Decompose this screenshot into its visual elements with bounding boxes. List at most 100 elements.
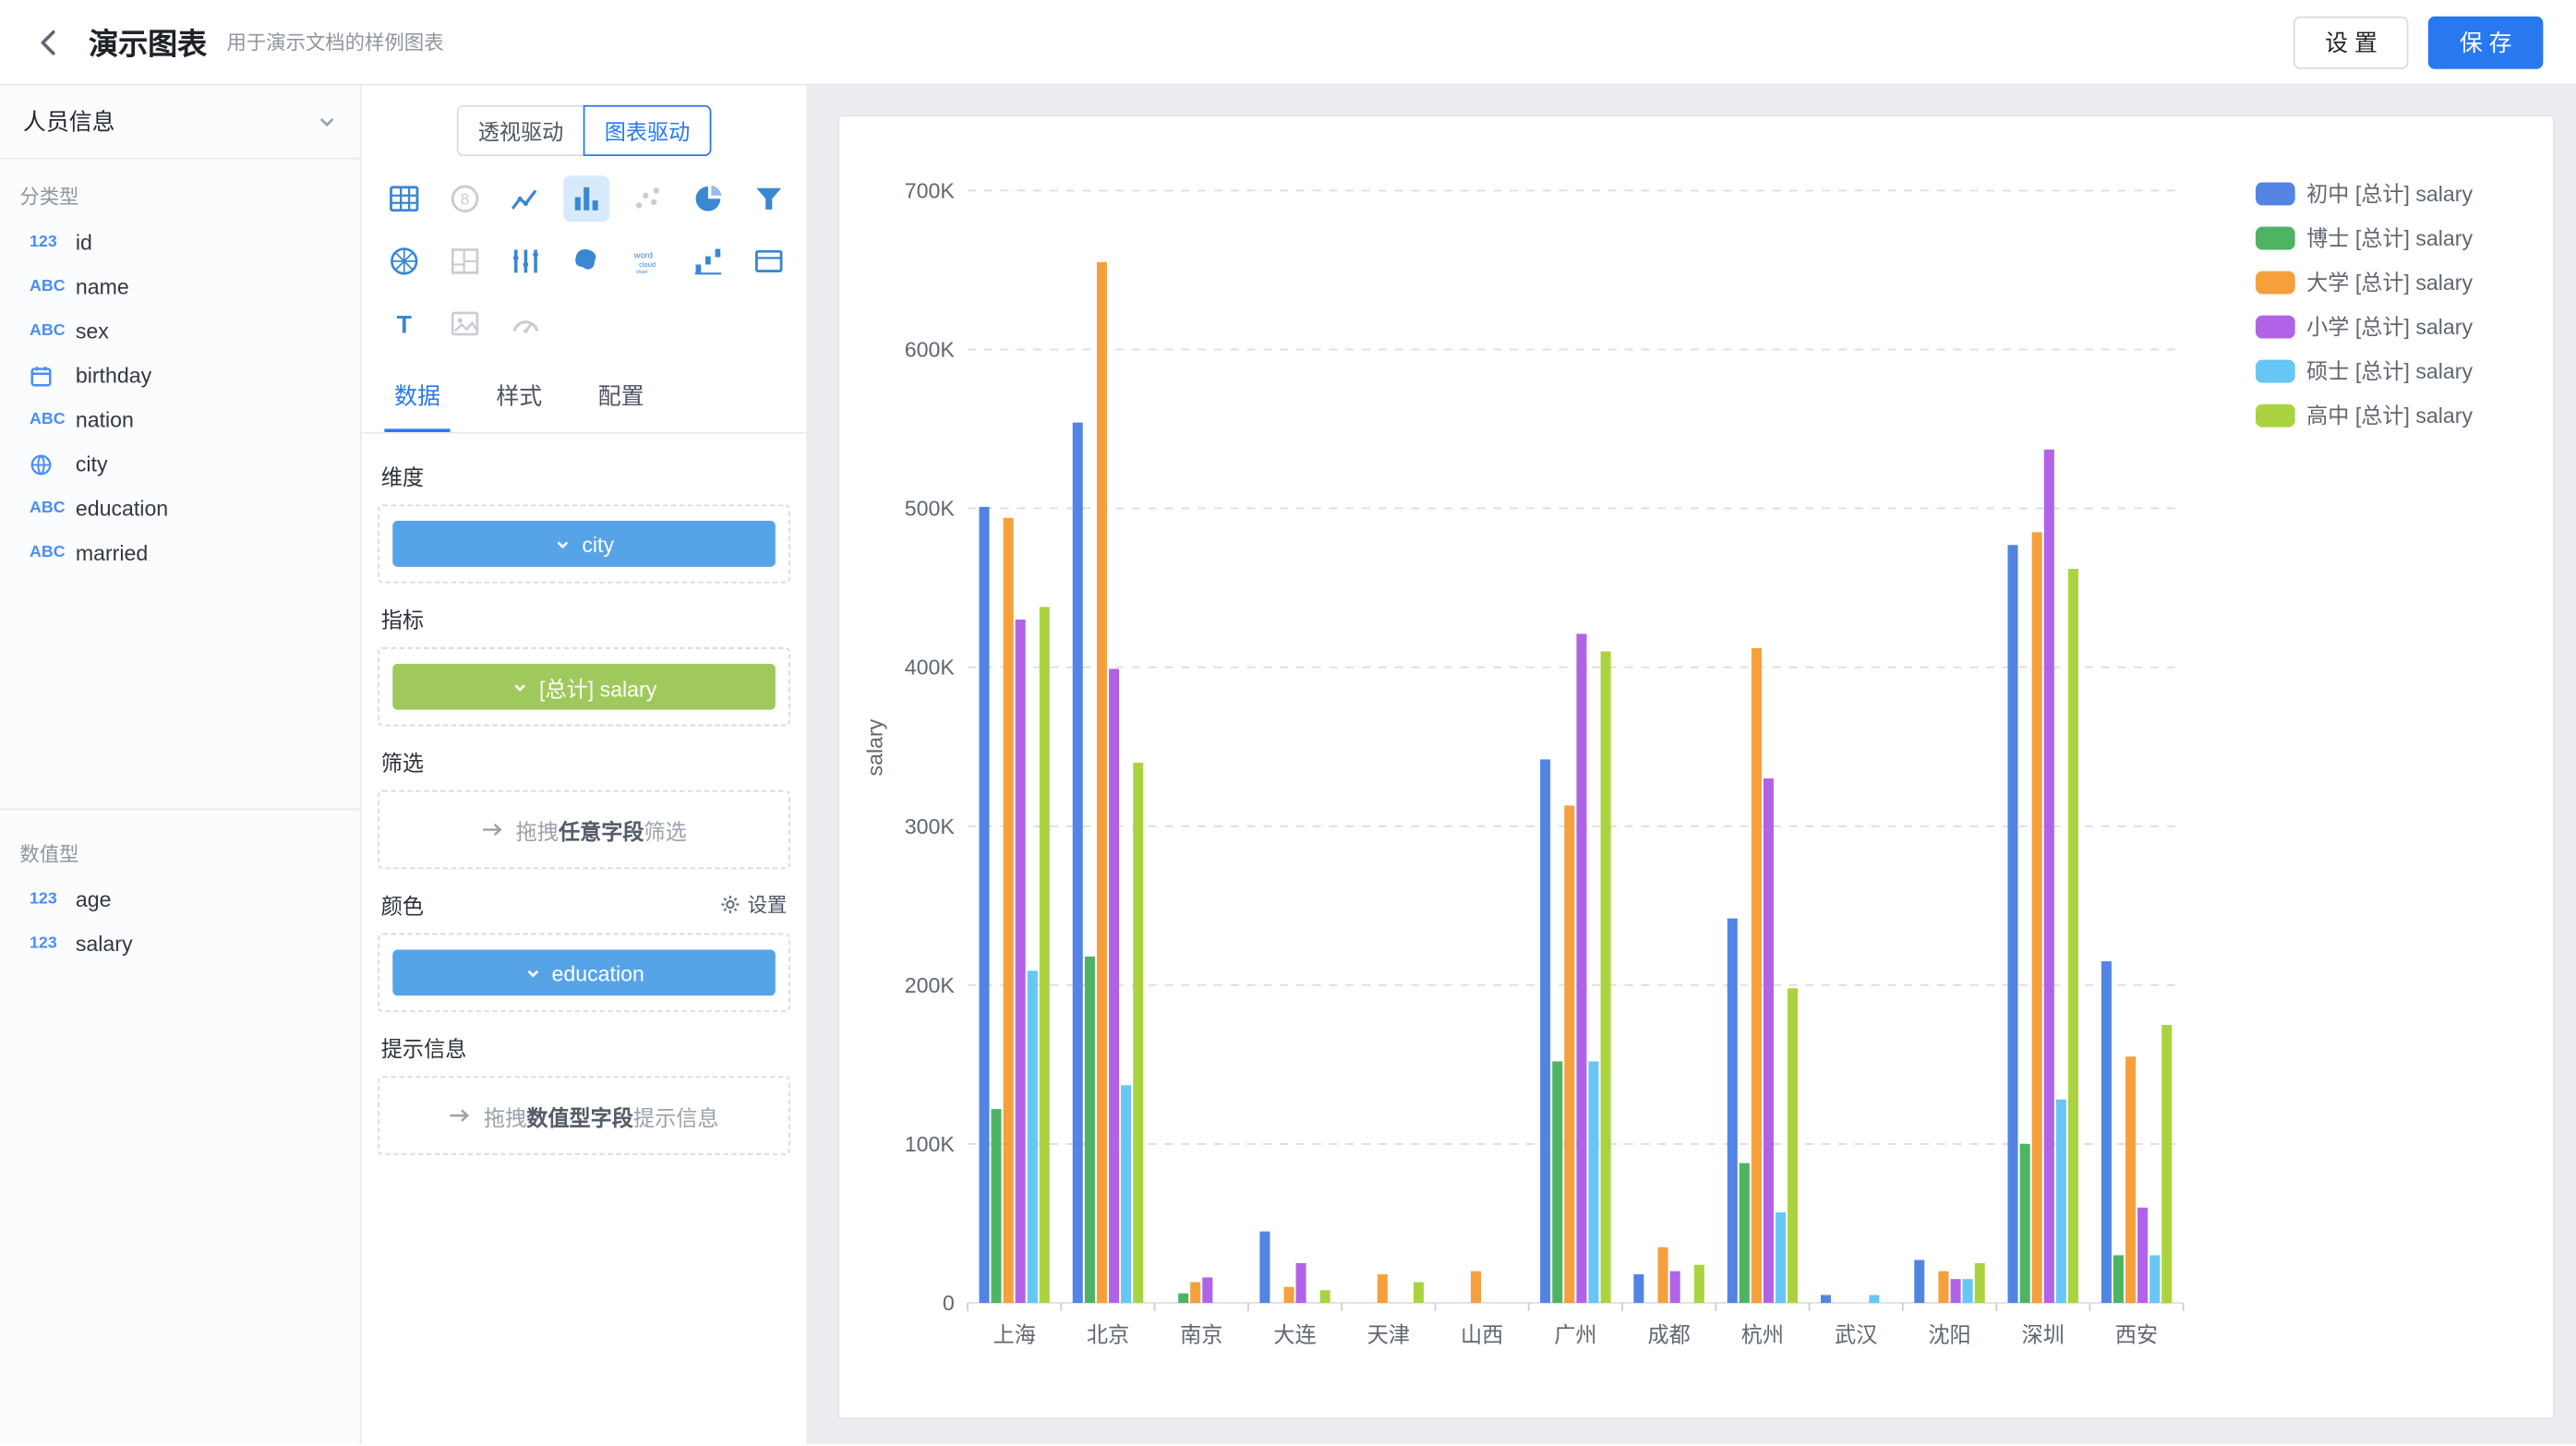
bar[interactable] [1975, 1263, 1985, 1303]
pie-chart-icon[interactable] [685, 175, 731, 222]
legend-item[interactable]: 初中 [总计] salary [2256, 182, 2473, 206]
mode-tab-chart-driven[interactable]: 图表驱动 [584, 105, 712, 156]
bar[interactable] [1576, 633, 1586, 1303]
bar[interactable] [1028, 970, 1038, 1303]
bar[interactable] [1320, 1290, 1330, 1303]
bar[interactable] [1190, 1283, 1200, 1303]
tab-config[interactable]: 配置 [588, 363, 654, 432]
bar[interactable] [1085, 957, 1095, 1303]
bar[interactable] [1296, 1263, 1306, 1303]
bar[interactable] [1951, 1279, 1961, 1303]
bar[interactable] [1414, 1283, 1424, 1303]
bar[interactable] [1821, 1295, 1831, 1303]
bar[interactable] [991, 1109, 1001, 1303]
bar[interactable] [2101, 961, 2112, 1303]
field-item-id[interactable]: 123id [0, 220, 360, 264]
bar[interactable] [2137, 1208, 2148, 1303]
bar-chart-icon[interactable] [563, 175, 609, 222]
metric-pill-salary[interactable]: [总计] salary [392, 664, 776, 710]
bar[interactable] [1016, 620, 1026, 1303]
bar[interactable] [1073, 423, 1083, 1303]
dimension-pill-city[interactable]: city [392, 521, 776, 567]
bar[interactable] [979, 507, 989, 1303]
color-pill-education[interactable]: education [392, 949, 776, 995]
bar[interactable] [1133, 763, 1143, 1303]
bar[interactable] [1040, 607, 1050, 1303]
dimension-dropzone[interactable]: city [378, 504, 790, 583]
field-item-salary[interactable]: 123salary [0, 922, 360, 966]
bar[interactable] [1178, 1294, 1188, 1303]
bar[interactable] [1378, 1274, 1388, 1303]
bar[interactable] [1202, 1277, 1212, 1303]
color-settings-button[interactable]: 设置 [719, 890, 787, 918]
radar-chart-icon[interactable] [381, 238, 427, 284]
bar[interactable] [1564, 805, 1574, 1303]
field-item-nation[interactable]: ABCnation [0, 398, 360, 442]
legend-item[interactable]: 小学 [总计] salary [2256, 315, 2473, 339]
bar[interactable] [1633, 1274, 1643, 1303]
bar[interactable] [1284, 1287, 1294, 1303]
legend-item[interactable]: 硕士 [总计] salary [2256, 359, 2473, 383]
funnel-chart-icon[interactable] [746, 175, 792, 222]
field-item-married[interactable]: ABCmarried [0, 531, 360, 575]
legend-item[interactable]: 大学 [总计] salary [2256, 271, 2473, 295]
mode-tab-pivot-driven[interactable]: 透视驱动 [457, 105, 584, 156]
bar[interactable] [1121, 1085, 1131, 1303]
tab-data[interactable]: 数据 [384, 363, 450, 432]
table-frame-icon[interactable] [746, 238, 792, 284]
bar[interactable] [1097, 262, 1107, 1303]
bar[interactable] [2113, 1255, 2124, 1303]
bar[interactable] [1914, 1260, 1924, 1303]
field-item-birthday[interactable]: birthday [0, 354, 360, 398]
word-cloud-icon[interactable]: wordcloudchart [624, 238, 670, 284]
bar[interactable] [2125, 1056, 2136, 1303]
bar[interactable] [1727, 919, 1738, 1303]
bar[interactable] [2020, 1144, 2030, 1303]
line-chart-icon[interactable] [502, 175, 548, 222]
bar[interactable] [1658, 1247, 1668, 1303]
bar[interactable] [1788, 988, 1798, 1303]
filter-dropzone[interactable]: 拖拽任意字段筛选 [378, 790, 790, 869]
field-item-education[interactable]: ABCeducation [0, 487, 360, 531]
field-item-name[interactable]: ABCname [0, 264, 360, 308]
bar[interactable] [1751, 648, 1762, 1303]
bar[interactable] [1776, 1212, 1786, 1303]
bar[interactable] [1869, 1295, 1879, 1303]
bar[interactable] [1471, 1271, 1481, 1303]
bar[interactable] [2044, 450, 2054, 1303]
map-chart-icon[interactable] [563, 238, 609, 284]
bar[interactable] [2032, 532, 2042, 1303]
bar[interactable] [2068, 569, 2078, 1303]
field-item-sex[interactable]: ABCsex [0, 309, 360, 354]
bar[interactable] [2161, 1025, 2172, 1303]
table-icon[interactable] [381, 175, 427, 222]
bar[interactable] [1694, 1265, 1704, 1303]
bar[interactable] [2008, 545, 2018, 1303]
parallel-chart-icon[interactable] [502, 238, 548, 284]
bar[interactable] [1739, 1163, 1750, 1303]
bar[interactable] [2056, 1100, 2066, 1303]
bar[interactable] [1004, 518, 1014, 1303]
legend-item[interactable]: 博士 [总计] salary [2256, 226, 2473, 250]
bar[interactable] [1601, 652, 1611, 1304]
legend-item[interactable]: 高中 [总计] salary [2256, 404, 2473, 428]
bar[interactable] [2149, 1255, 2160, 1303]
field-item-city[interactable]: city [0, 442, 360, 487]
bar[interactable] [1763, 778, 1774, 1303]
bar[interactable] [1259, 1232, 1270, 1303]
bar[interactable] [1540, 759, 1550, 1303]
bar[interactable] [1552, 1061, 1562, 1303]
save-button[interactable]: 保 存 [2428, 16, 2543, 68]
bar[interactable] [1588, 1061, 1598, 1303]
field-item-age[interactable]: 123age [0, 877, 360, 922]
text-card-icon[interactable]: T [381, 301, 427, 347]
color-dropzone[interactable]: education [378, 934, 790, 1012]
bar[interactable] [1938, 1271, 1948, 1303]
bar[interactable] [1670, 1271, 1680, 1303]
back-icon[interactable] [33, 26, 66, 59]
settings-button[interactable]: 设 置 [2293, 16, 2408, 68]
tab-style[interactable]: 样式 [487, 363, 552, 432]
waterfall-chart-icon[interactable] [685, 238, 731, 284]
dataset-selector[interactable]: 人员信息 [0, 86, 360, 160]
bar[interactable] [1963, 1279, 1973, 1303]
